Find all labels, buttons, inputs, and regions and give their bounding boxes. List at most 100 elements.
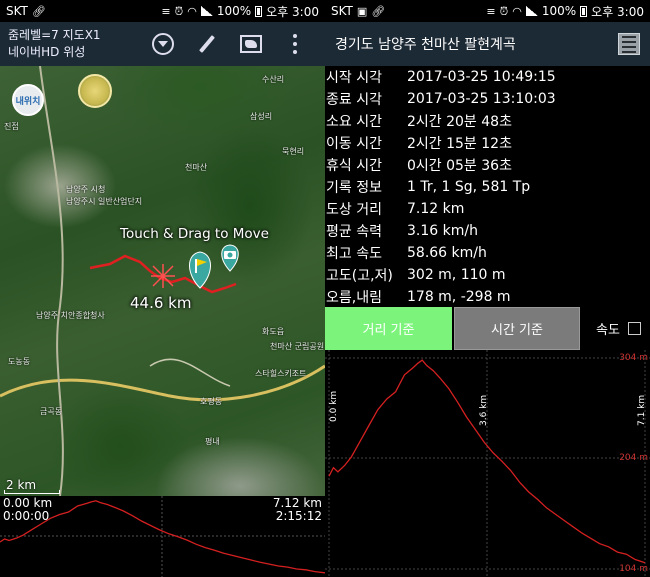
mini-end-distance: 7.12 km: [272, 496, 322, 510]
vibrate-icon: ≡: [486, 4, 496, 18]
clock: 오후 3:00: [591, 4, 644, 19]
place-label: 묵현리: [282, 147, 305, 156]
chart-mode-bar: 거리 기준 시간 기준 속도: [325, 307, 650, 350]
x-tick-label: 3.6 km: [479, 394, 489, 426]
stat-label: 휴식 시간: [326, 158, 382, 174]
battery-icon: [580, 5, 588, 17]
place-label: 평내: [205, 437, 220, 446]
y-tick-label: 104 m: [619, 564, 648, 574]
time-basis-button[interactable]: 시간 기준: [454, 307, 580, 350]
my-location-button[interactable]: 내위치: [12, 84, 44, 116]
status-bar: SKT ▣ 🔗︎ ≡ ⏰︎ ◠ 100% 오후 3:00: [325, 0, 650, 22]
stat-value: 58.66 km/h: [407, 245, 487, 261]
stat-value: 7.12 km: [407, 201, 465, 217]
stat-value: 2시간 15분 12초: [407, 136, 512, 152]
elevation-chart-svg: [325, 350, 650, 577]
mini-elevation-chart[interactable]: 0.00 km 0:00:00 7.12 km 2:15:12: [0, 496, 325, 577]
mini-end-time: 2:15:12: [275, 509, 322, 523]
stat-row: 이동 시간 2시간 15분 12초: [325, 132, 650, 154]
dropdown-button[interactable]: [141, 22, 185, 66]
place-label: 도농동: [8, 357, 31, 366]
road: [39, 66, 64, 496]
alarm-icon: ⏰︎: [174, 4, 184, 18]
battery-icon: [255, 5, 263, 17]
stat-row: 고도(고,저) 302 m, 110 m: [325, 264, 650, 286]
edit-button[interactable]: [185, 22, 229, 66]
stat-value: 0시간 05분 36초: [407, 158, 512, 174]
vibrate-icon: ≡: [161, 4, 171, 18]
stat-value: 3.16 km/h: [407, 223, 478, 239]
map-type-info: 네이버HD 위성: [8, 45, 86, 59]
detail-header: 경기도 남양주 천마산 팔현계곡: [325, 22, 650, 66]
mini-start-time: 0:00:00: [3, 509, 50, 523]
place-label: 남양주 시청: [66, 185, 106, 194]
crosshair-icon: [151, 264, 175, 288]
map-screen: SKT 🔗︎ ≡ ⏰︎ ◠ 100% 오후 3:00 줌레벨=7 지도X1 네이…: [0, 0, 325, 577]
stat-label: 소요 시간: [326, 114, 382, 130]
chevron-down-icon: [152, 33, 174, 55]
link-icon: 🔗︎: [31, 4, 46, 18]
map-view[interactable]: 내위치 수산리 삼성리 천마산 남양주 시청 평내 스타힐스키조트 호평동 천마…: [0, 66, 325, 496]
place-label: 금곡동: [40, 407, 63, 416]
stat-row: 종료 시각 2017-03-25 13:10:03: [325, 88, 650, 110]
sun-icon[interactable]: [78, 74, 112, 108]
distance-basis-button[interactable]: 거리 기준: [325, 307, 452, 350]
x-tick-label: 7.1 km: [637, 394, 647, 426]
elevation-chart[interactable]: 304 m 204 m 104 m 0.0 km 3.6 km 7.1 km: [325, 350, 650, 577]
scale-bar: [4, 490, 60, 494]
track-detail-screen: SKT ▣ 🔗︎ ≡ ⏰︎ ◠ 100% 오후 3:00 경기도 남양주 천마산…: [325, 0, 650, 577]
signal-icon: [200, 6, 213, 16]
stat-row: 시작 시각 2017-03-25 10:49:15: [325, 66, 650, 88]
menu-button[interactable]: [618, 33, 640, 55]
stat-row: 오름,내림 178 m, -298 m: [325, 286, 650, 308]
camera-marker-icon: [221, 244, 239, 272]
map-toolbar: 줌레벨=7 지도X1 네이버HD 위성: [0, 22, 325, 66]
signal-icon: [525, 6, 538, 16]
map-icon: [240, 35, 262, 53]
place-label: 스타힐스키조트: [255, 369, 307, 378]
place-label: 남양주시 일반산업단지: [66, 197, 143, 206]
stat-label: 오름,내림: [326, 290, 382, 306]
wifi-icon: ◠: [512, 4, 522, 18]
place-label: 수산리: [262, 75, 285, 84]
gallery-icon: ▣: [356, 4, 368, 18]
overflow-menu-button[interactable]: [273, 22, 317, 66]
place-label: 삼성리: [250, 112, 273, 121]
x-tick-label: 0.0 km: [329, 390, 339, 422]
map-info: 줌레벨=7 지도X1 네이버HD 위성: [8, 27, 141, 61]
alarm-icon: ⏰︎: [499, 4, 509, 18]
wifi-icon: ◠: [187, 4, 197, 18]
stat-row: 소요 시간 2시간 20분 48초: [325, 110, 650, 132]
mini-start-distance: 0.00 km: [3, 496, 53, 510]
speed-checkbox[interactable]: [627, 322, 641, 335]
stat-label: 기록 정보: [326, 180, 382, 196]
map-layer-button[interactable]: [229, 22, 273, 66]
place-label: 남양주 치안종합청사: [36, 311, 105, 320]
place-label: 호평동: [200, 397, 223, 406]
status-bar: SKT 🔗︎ ≡ ⏰︎ ◠ 100% 오후 3:00: [0, 0, 325, 22]
stat-value: 1 Tr, 1 Sg, 581 Tp: [407, 179, 531, 195]
stat-label: 최고 속도: [326, 246, 382, 262]
drag-hint: Touch & Drag to Move: [120, 226, 269, 242]
stat-value: 2시간 20분 48초: [407, 114, 512, 130]
stat-row: 휴식 시간 0시간 05분 36초: [325, 154, 650, 176]
menu-icon: [622, 35, 636, 38]
pencil-icon: [199, 35, 215, 53]
y-tick-label: 204 m: [619, 453, 648, 463]
stat-row: 기록 정보 1 Tr, 1 Sg, 581 Tp: [325, 176, 650, 198]
place-label: 진접: [4, 122, 19, 131]
carrier-label: SKT: [331, 4, 353, 18]
zoom-info: 줌레벨=7 지도X1: [8, 28, 101, 42]
stat-label: 시작 시각: [326, 70, 382, 86]
carrier-label: SKT: [6, 4, 28, 18]
stat-row: 도상 거리 7.12 km: [325, 198, 650, 220]
stat-row: 평균 속력 3.16 km/h: [325, 220, 650, 242]
distance-label: 44.6 km: [130, 294, 192, 312]
stat-label: 평균 속력: [326, 224, 382, 240]
speed-label: 속도: [596, 323, 620, 338]
clock: 오후 3:00: [266, 4, 319, 19]
stat-row: 최고 속도 58.66 km/h: [325, 242, 650, 264]
place-label: 천마산 군립공원: [270, 342, 325, 351]
stat-value: 178 m, -298 m: [407, 289, 511, 305]
y-tick-label: 304 m: [619, 353, 648, 363]
